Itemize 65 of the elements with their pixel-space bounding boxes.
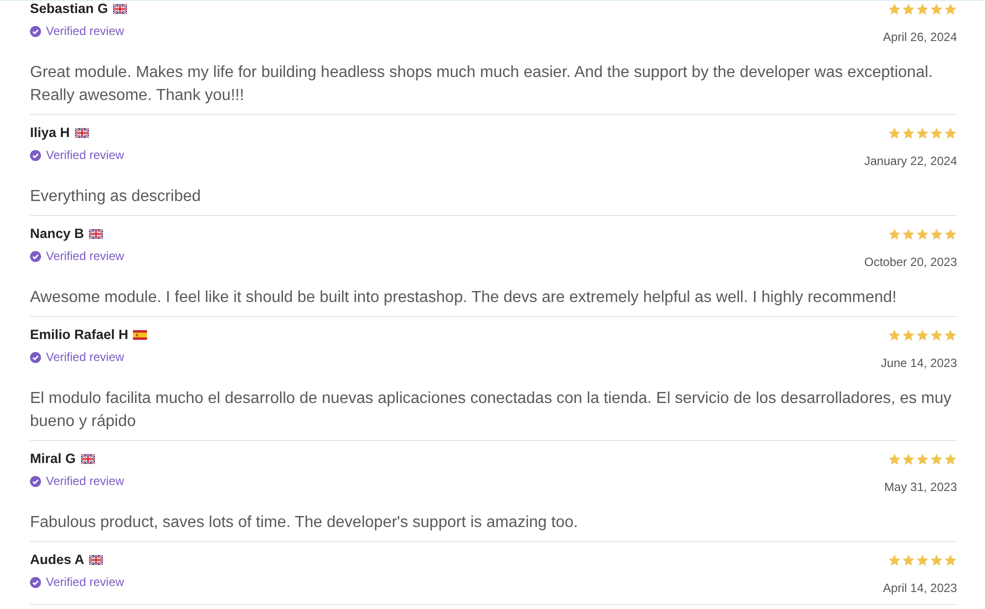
verified-label: Verified review bbox=[46, 574, 124, 591]
star-icon bbox=[888, 126, 901, 140]
verified-check-icon bbox=[30, 150, 41, 160]
star-icon bbox=[944, 2, 957, 16]
verified-check-icon bbox=[30, 26, 41, 36]
star-icon bbox=[902, 126, 915, 140]
star-icon bbox=[888, 328, 901, 342]
verified-check-icon bbox=[30, 250, 41, 262]
star-icon bbox=[902, 328, 915, 342]
review-date: October 20, 2023 bbox=[864, 254, 957, 271]
star-icon bbox=[916, 2, 929, 16]
star-icon bbox=[916, 452, 929, 466]
verified-check-icon bbox=[30, 352, 41, 362]
star-icon bbox=[902, 452, 915, 466]
review-date: April 26, 2024 bbox=[882, 29, 957, 46]
review-text: Awesome module. I feel like it should be built into prestashop. The devs are extremely helpful as well. I highly recommend! bbox=[30, 288, 898, 308]
star-icon bbox=[902, 228, 915, 240]
verified-label: Verified review bbox=[46, 349, 124, 366]
star-icon bbox=[916, 126, 929, 140]
star-icon bbox=[930, 2, 943, 16]
star-icon bbox=[916, 554, 929, 566]
review-date: January 22, 2024 bbox=[864, 153, 957, 170]
star-icon bbox=[916, 328, 929, 342]
star-icon bbox=[888, 228, 901, 240]
verified-check-icon bbox=[30, 476, 41, 486]
review-date: April 14, 2023 bbox=[882, 580, 957, 597]
verified-label: Verified review bbox=[46, 23, 124, 40]
reviewer-name: Emilio Rafael H bbox=[30, 326, 128, 344]
star-icon bbox=[944, 452, 957, 466]
star-icon bbox=[944, 554, 957, 566]
review-text: Great module. Makes my life for building headless shops much much easier. And the support by the developer was exceptional. Really awesome. Thank you!!! bbox=[30, 63, 934, 106]
star-icon bbox=[944, 328, 957, 342]
flag-icon bbox=[80, 454, 95, 464]
review-text: Fabulous product, saves lots of time. The developer's support is amazing too. bbox=[30, 513, 579, 533]
review-date: May 31, 2023 bbox=[884, 479, 957, 496]
reviewer-name: Nancy B bbox=[30, 225, 84, 243]
flag-icon bbox=[133, 330, 148, 340]
star-icon bbox=[930, 452, 943, 466]
star-icon bbox=[930, 554, 943, 566]
star-icon bbox=[930, 328, 943, 342]
star-icon bbox=[888, 554, 901, 566]
review-text: Everything as described bbox=[30, 187, 202, 207]
reviewer-name: Miral G bbox=[30, 450, 76, 468]
flag-icon bbox=[74, 128, 89, 138]
star-icon bbox=[916, 228, 929, 240]
flag-icon bbox=[89, 555, 104, 565]
star-icon bbox=[930, 126, 943, 140]
reviewer-name: Audes A bbox=[30, 551, 84, 569]
reviewer-name: Iliya H bbox=[30, 124, 70, 142]
review-date: June 14, 2023 bbox=[880, 355, 957, 372]
flag-icon bbox=[113, 4, 128, 14]
star-icon bbox=[888, 2, 901, 16]
verified-label: Verified review bbox=[46, 473, 124, 490]
star-icon bbox=[944, 228, 957, 240]
star-icon bbox=[902, 554, 915, 566]
star-icon bbox=[930, 228, 943, 240]
star-icon bbox=[902, 2, 915, 16]
flag-icon bbox=[89, 229, 104, 239]
reviewer-name: Sebastian G bbox=[30, 1, 108, 18]
verified-label: Verified review bbox=[46, 147, 124, 164]
star-icon bbox=[944, 126, 957, 140]
verified-label: Verified review bbox=[46, 248, 124, 265]
verified-check-icon bbox=[30, 576, 41, 588]
star-icon bbox=[888, 452, 901, 466]
review-text: El modulo facilita mucho el desarrollo de nuevas aplicaciones conectadas con la tienda. El servicio de los desarrolladores, es muy bueno y rápido bbox=[30, 389, 952, 432]
